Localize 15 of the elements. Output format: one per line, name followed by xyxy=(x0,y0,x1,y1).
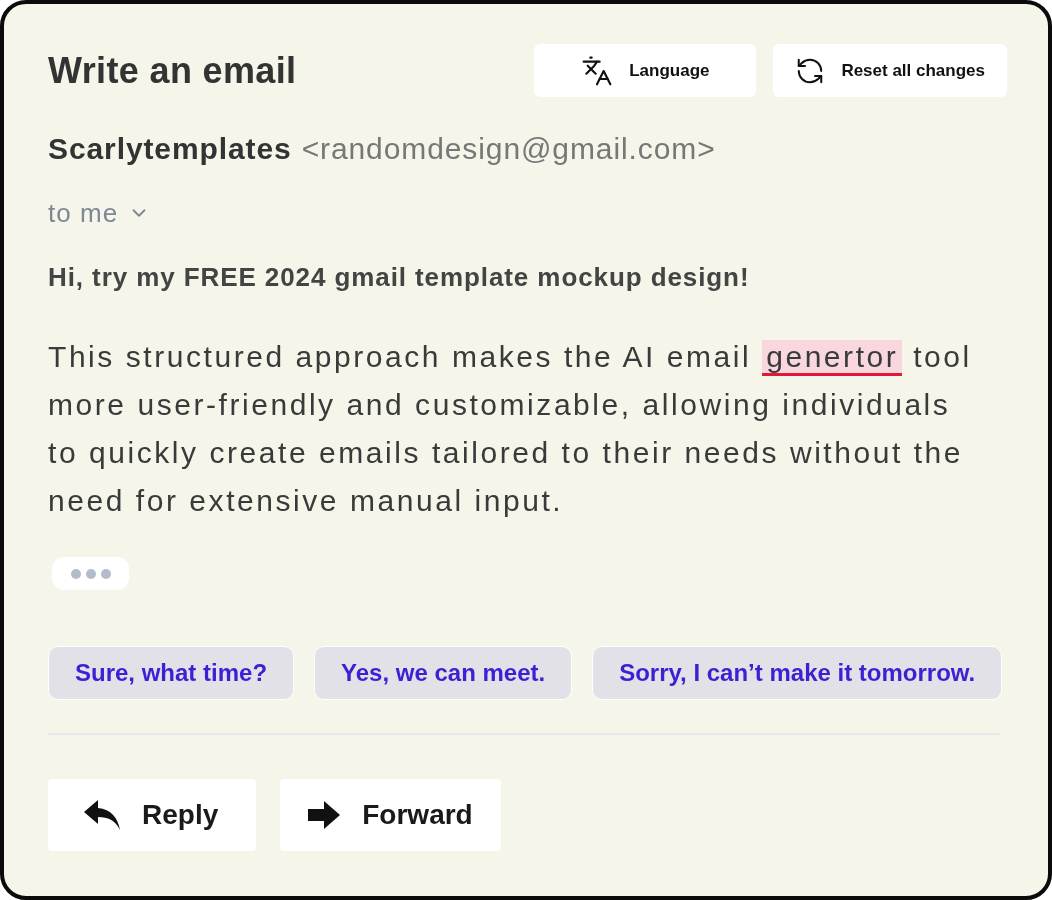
reply-button[interactable]: Reply xyxy=(48,779,257,851)
suggested-reply-chip[interactable]: Sure, what time? xyxy=(48,646,295,700)
sender-name: Scarlytemplates xyxy=(48,131,292,167)
translate-icon xyxy=(581,54,614,87)
reset-button[interactable]: Reset all changes xyxy=(773,44,1007,97)
suggested-reply-chip[interactable]: Yes, we can meet. xyxy=(314,646,573,700)
suggested-reply-chip[interactable]: Sorry, I can’t make it tomorrow. xyxy=(592,646,1003,700)
forward-button[interactable]: Forward xyxy=(280,779,501,851)
email-body: This structured approach makes the AI email genertor tool more user-friendly and customizable, allowing individuals to quickly create emails tailored to their needs without the need for extensive manual input. xyxy=(48,339,973,519)
right-arrow-icon xyxy=(308,801,341,829)
page-title: Write an email xyxy=(48,50,297,91)
language-button[interactable]: Language xyxy=(534,44,757,97)
email-subject: Hi, try my FREE 2024 gmail template mockup design! xyxy=(48,261,751,293)
sender-address: <randomdesign@gmail.com> xyxy=(301,131,716,167)
reply-arrow-icon xyxy=(84,800,120,830)
